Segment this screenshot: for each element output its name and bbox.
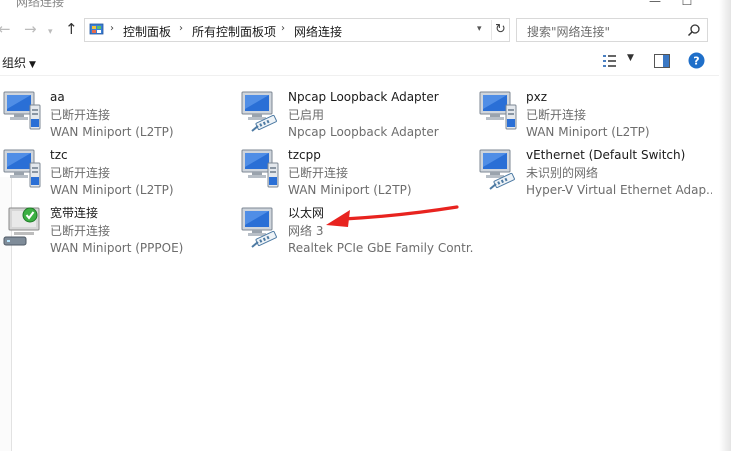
connection-name: 宽带连接 — [50, 206, 99, 220]
window-right-edge — [719, 0, 731, 451]
connection-item[interactable]: 以太网网络 3 Realtek PCIe GbE Family Contr... — [238, 199, 474, 255]
search-input[interactable]: 搜索"网络连接" — [516, 18, 708, 42]
connection-name: Npcap Loopback Adapter — [288, 90, 439, 104]
connection-text: vEthernet (Default Switch) 未识别的网络 Hyper-V … — [526, 147, 712, 200]
connection-status: 已断开连接 — [288, 165, 349, 180]
preview-pane-icon[interactable] — [654, 54, 670, 68]
connection-device: WAN Miniport (L2TP) — [50, 125, 174, 139]
connection-name: 以太网 — [288, 206, 325, 220]
connection-status: 已断开连接 — [50, 223, 111, 238]
recent-locations-chevron-icon[interactable]: ▾ — [48, 24, 53, 40]
connection-status: 网络 3 — [288, 223, 324, 238]
vpn-monitor-icon — [241, 149, 279, 188]
refresh-icon[interactable]: ↻ — [491, 20, 509, 40]
connection-device: Realtek PCIe GbE Family Contr... — [288, 241, 474, 255]
broadband-modem-icon — [3, 207, 40, 246]
help-icon[interactable]: ? — [688, 52, 705, 69]
connection-item[interactable]: 宽带连接已断开连接 WAN Miniport (PPPOE) — [0, 199, 236, 255]
breadcrumb-separator-icon[interactable]: › — [110, 23, 114, 34]
vpn-monitor-icon — [3, 91, 41, 130]
command-toolbar: 组织 ▼ ▼ ? — [0, 46, 719, 76]
vpn-monitor-icon — [3, 149, 41, 188]
connection-name: tzc — [50, 148, 68, 162]
address-box[interactable]: › 控制面板 › 所有控制面板项 › 网络连接 ▾ ↻ — [84, 18, 510, 42]
ethernet-monitor-icon — [479, 149, 515, 190]
breadcrumb-all-items[interactable]: 所有控制面板项 — [192, 23, 276, 40]
connections-list: aa 已断开连接 WAN Miniport (L2TP) Npcap Loopback… — [0, 77, 719, 451]
forward-arrow-icon[interactable]: → — [24, 21, 37, 37]
up-arrow-icon[interactable]: ↑ — [65, 21, 78, 37]
connection-device: WAN Miniport (L2TP) — [526, 125, 650, 139]
vpn-monitor-icon — [479, 91, 517, 130]
title-bar: 网络连接 — ☐ — [0, 0, 719, 10]
connection-text: aa 已断开连接 WAN Miniport (L2TP) — [50, 89, 236, 142]
connection-text: tzc 已断开连接 WAN Miniport (L2TP) — [50, 147, 236, 200]
connection-status: 已断开连接 — [50, 107, 111, 122]
connection-name: vEthernet (Default Switch) — [526, 148, 686, 162]
connection-text: 以太网网络 3 Realtek PCIe GbE Family Contr... — [288, 205, 474, 258]
connection-status: 未识别的网络 — [526, 165, 599, 180]
connection-name: pxz — [526, 90, 548, 104]
ethernet-monitor-icon — [241, 91, 277, 132]
organize-button[interactable]: 组织 ▼ — [2, 54, 36, 71]
connection-item[interactable]: tzcpp 已断开连接 WAN Miniport (L2TP) — [238, 141, 474, 197]
connection-text: tzcpp 已断开连接 WAN Miniport (L2TP) — [288, 147, 474, 200]
connection-item[interactable]: tzc 已断开连接 WAN Miniport (L2TP) — [0, 141, 236, 197]
connection-text: Npcap Loopback Adapter 已启用 Npcap Loopback … — [288, 89, 474, 142]
breadcrumb-network-connections[interactable]: 网络连接 — [294, 23, 342, 40]
address-row: ← → ▾ ↑ › 控制面板 › 所有控制面板项 › 网络连接 ▾ ↻ 搜索"网… — [0, 14, 719, 46]
back-arrow-icon[interactable]: ← — [0, 21, 11, 37]
connection-device: Npcap Loopback Adapter — [288, 125, 439, 139]
search-placeholder: 搜索"网络连接" — [527, 25, 611, 39]
minimize-icon[interactable]: — — [640, 0, 670, 8]
connection-device: WAN Miniport (L2TP) — [288, 183, 412, 197]
connection-status: 已断开连接 — [50, 165, 111, 180]
breadcrumb-control-panel[interactable]: 控制面板 — [123, 23, 171, 40]
connection-text: 宽带连接已断开连接 WAN Miniport (PPPOE) — [50, 205, 236, 258]
search-icon[interactable] — [687, 23, 701, 37]
connection-name: tzcpp — [288, 148, 321, 162]
connection-item[interactable]: Npcap Loopback Adapter 已启用 Npcap Loopback … — [238, 83, 474, 139]
connection-status: 已启用 — [288, 107, 325, 122]
control-panel-icon — [89, 23, 104, 35]
connection-device: WAN Miniport (L2TP) — [50, 183, 174, 197]
connection-text: pxz 已断开连接 WAN Miniport (L2TP) — [526, 89, 712, 142]
connection-item[interactable]: aa 已断开连接 WAN Miniport (L2TP) — [0, 83, 236, 139]
view-options-chevron-icon[interactable]: ▼ — [627, 53, 634, 63]
connection-device: Hyper-V Virtual Ethernet Adap... — [526, 183, 712, 197]
ethernet-monitor-icon — [241, 207, 277, 248]
maximize-icon[interactable]: ☐ — [672, 0, 702, 8]
connection-item[interactable]: pxz 已断开连接 WAN Miniport (L2TP) — [476, 83, 712, 139]
connection-item[interactable]: vEthernet (Default Switch) 未识别的网络 Hyper-V … — [476, 141, 712, 197]
chevron-down-icon: ▼ — [29, 60, 36, 70]
address-dropdown-icon[interactable]: ▾ — [477, 24, 482, 34]
breadcrumb-separator-icon[interactable]: › — [281, 23, 285, 34]
window-title: 网络连接 — [16, 0, 65, 9]
connection-device: WAN Miniport (PPPOE) — [50, 241, 184, 255]
change-view-icon[interactable] — [603, 54, 619, 68]
svg-text:?: ? — [693, 55, 699, 68]
organize-label: 组织 — [2, 56, 27, 70]
network-connections-window: 网络连接 — ☐ ← → ▾ ↑ › 控制面板 › 所有控制面板项 › 网络连接… — [0, 0, 731, 451]
connection-status: 已断开连接 — [526, 107, 587, 122]
connection-name: aa — [50, 90, 65, 104]
breadcrumb-separator-icon[interactable]: › — [179, 23, 183, 34]
